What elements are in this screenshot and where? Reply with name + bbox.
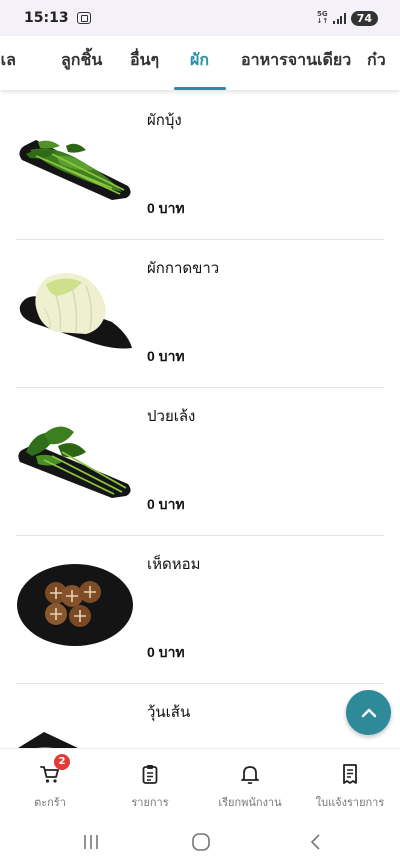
product-item[interactable]: วุ้นเส้น — [16, 684, 384, 748]
active-tab-indicator — [174, 87, 226, 90]
chevron-up-icon — [361, 708, 376, 717]
network-type: 5G — [317, 10, 328, 18]
tab-vegetables[interactable]: ผัก — [190, 36, 209, 90]
tab-meatballs[interactable]: ลูกชิ้น — [61, 36, 102, 90]
battery-indicator: 74 — [350, 10, 378, 26]
product-name: ผักบุ้ง — [147, 112, 182, 129]
status-time: 15:13 — [24, 10, 69, 26]
back-icon[interactable] — [305, 832, 327, 852]
tab-single-dish[interactable]: อาหารจานเดียว — [241, 36, 351, 90]
nav-orders-label: รายการ — [131, 797, 169, 809]
receipt-icon — [339, 763, 361, 785]
product-name: ผักกาดขาว — [147, 260, 220, 277]
status-bar: 15:13 5G ↓↑ 74 — [0, 0, 400, 36]
product-item[interactable]: ผักบุ้ง 0 บาท — [16, 92, 384, 240]
nav-call-staff-label: เรียกพนักงาน — [218, 797, 282, 809]
nav-receipt-label: ใบแจ้งรายการ — [315, 797, 385, 809]
shiitake-mushroom-image — [17, 564, 133, 646]
status-indicators: 5G ↓↑ 74 — [316, 10, 378, 26]
product-item[interactable]: ผักกาดขาว 0 บาท — [16, 240, 384, 388]
product-list: ผักบุ้ง 0 บาท ผักกาดขาว 0 บาท ปวยเล้ง 0 … — [0, 92, 400, 748]
spinach-image — [18, 426, 131, 498]
clipboard-icon — [139, 763, 161, 785]
product-name: วุ้นเส้น — [147, 704, 191, 721]
screen-record-icon — [76, 12, 91, 24]
scroll-top-button[interactable] — [346, 690, 391, 735]
home-icon[interactable] — [190, 832, 212, 852]
tab-others[interactable]: อื่นๆ — [130, 36, 159, 90]
product-name: เห็ดหอม — [147, 556, 201, 573]
recent-apps-icon[interactable] — [80, 832, 102, 852]
product-price: 0 บาท — [147, 496, 185, 512]
category-tabs: ะเล ลูกชิ้น อื่นๆ ผัก อาหารจานเดียว ก๋ว — [0, 36, 400, 90]
morning-glory-image — [19, 140, 131, 200]
network-type-label: 5G ↓↑ — [316, 10, 329, 25]
product-item[interactable]: เห็ดหอม 0 บาท — [16, 536, 384, 684]
nav-call-staff[interactable]: เรียกพนักงาน — [200, 749, 300, 818]
product-price: 0 บาท — [147, 644, 185, 660]
napa-cabbage-image — [19, 273, 132, 349]
tab-noodles[interactable]: ก๋ว — [367, 36, 386, 90]
system-nav-bar — [0, 818, 400, 867]
bell-icon — [239, 763, 261, 785]
nav-orders[interactable]: รายการ — [100, 749, 200, 818]
cart-badge: 2 — [54, 754, 70, 770]
tab-seafood[interactable]: ะเล — [0, 36, 16, 90]
product-price: 0 บาท — [147, 200, 185, 216]
product-item[interactable]: ปวยเล้ง 0 บาท — [16, 388, 384, 536]
product-name: ปวยเล้ง — [147, 408, 196, 425]
nav-receipt[interactable]: ใบแจ้งรายการ — [300, 749, 400, 818]
bottom-nav: 2 ตะกร้า รายการ เรียกพนักงาน ใบแจ้งรายกา… — [0, 748, 400, 818]
nav-cart-label: ตะกร้า — [34, 797, 66, 809]
nav-cart[interactable]: 2 ตะกร้า — [0, 749, 100, 818]
signal-icon — [333, 12, 346, 24]
glass-noodle-image — [18, 732, 78, 748]
product-price: 0 บาท — [147, 348, 185, 364]
